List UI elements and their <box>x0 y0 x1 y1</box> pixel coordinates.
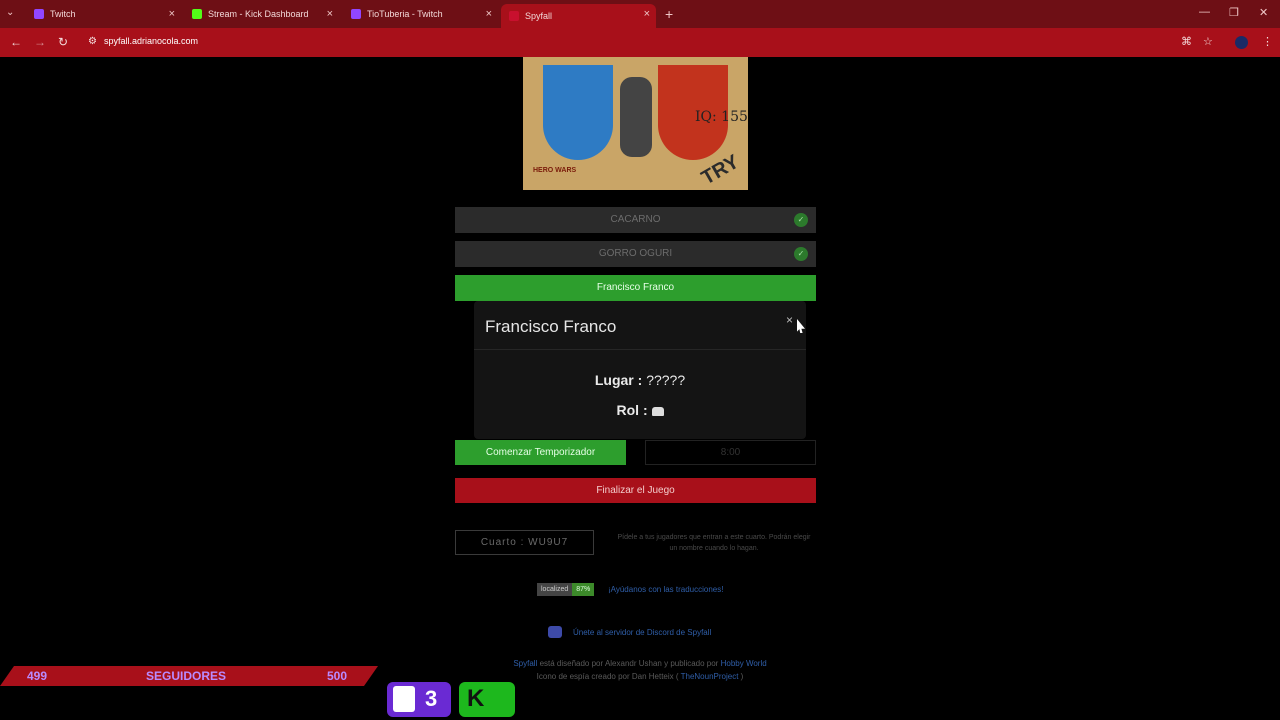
spyfall-link[interactable]: Spyfall <box>513 659 537 668</box>
discord-icon <box>548 626 562 638</box>
reload-icon[interactable]: ↻ <box>58 35 68 49</box>
tab-label: TioTuberia - Twitch <box>367 9 443 19</box>
close-tab-icon[interactable]: × <box>169 8 175 20</box>
player-name: GORRO OGURI <box>598 248 673 259</box>
browser-toolbar: ← → ↻ ⚙ spyfall.adrianocola.com ⌘ ☆ ⋮ <box>0 28 1280 57</box>
room-hint: Pídele a tus jugadores que entran a este… <box>617 534 811 552</box>
profile-avatar[interactable] <box>1235 36 1248 49</box>
room-code: Cuarto : WU9U7 <box>480 537 569 548</box>
browser-tab-strip: ⌄ Twitch × Stream - Kick Dashboard × Tio… <box>0 0 1280 28</box>
close-tab-icon[interactable]: × <box>486 8 492 20</box>
forward-icon[interactable]: → <box>34 35 46 49</box>
spyfall-favicon-icon <box>509 11 519 21</box>
close-tab-icon[interactable]: × <box>644 8 650 20</box>
banner-logo: HERO WARS <box>533 167 577 174</box>
player-row[interactable]: CACARNO ✓ <box>455 207 816 233</box>
check-icon: ✓ <box>794 247 808 261</box>
twitch-overlay-badge: 3 <box>387 682 451 717</box>
restore-icon[interactable]: ❐ <box>1229 6 1239 19</box>
tab-label: Twitch <box>50 9 76 19</box>
room-code-box[interactable]: Cuarto : WU9U7 <box>455 530 594 555</box>
site-info-icon[interactable]: ⚙ <box>88 36 97 47</box>
timer-display: 8:00 <box>645 440 816 465</box>
modal-divider <box>474 349 806 350</box>
tab-twitch[interactable]: Twitch × <box>26 4 181 24</box>
follower-current: 499 <box>27 669 48 683</box>
tab-kick-dashboard[interactable]: Stream - Kick Dashboard × <box>184 4 339 24</box>
close-window-icon[interactable]: ✕ <box>1259 6 1268 19</box>
tab-label: Stream - Kick Dashboard <box>208 9 309 19</box>
place-label: Lugar : <box>594 372 643 388</box>
follower-goal: 500 <box>327 669 348 683</box>
discord-link[interactable]: Únete al servidor de Discord de Spyfall <box>573 628 711 637</box>
banner-sea-art <box>543 65 613 160</box>
role-modal: Francisco Franco × Lugar : ????? Rol : <box>474 301 806 439</box>
follower-label: SEGUIDORES <box>146 669 227 683</box>
close-icon[interactable]: × <box>786 313 793 327</box>
ad-banner[interactable]: IQ: 155 TRY HERO WARS <box>523 57 748 190</box>
player-name: CACARNO <box>610 214 661 225</box>
credits-line-2: Icono de espía creado por Dan Hetteix ( … <box>440 672 840 681</box>
check-icon: ✓ <box>794 213 808 227</box>
hobby-world-link[interactable]: Hobby World <box>721 659 767 668</box>
kick-overlay-badge: K <box>459 682 515 717</box>
modal-title: Francisco Franco <box>485 317 617 336</box>
place-value: ????? <box>646 372 686 388</box>
player-name: Francisco Franco <box>596 282 675 293</box>
credits-icon-text: Icono de espía creado por Dan Hetteix ( <box>536 672 679 681</box>
tab-tiotuberia[interactable]: TioTuberia - Twitch × <box>343 4 498 24</box>
localized-label: localized <box>537 583 573 596</box>
address-bar[interactable]: spyfall.adrianocola.com <box>104 36 198 46</box>
player-row-selected[interactable]: Francisco Franco <box>455 275 816 301</box>
menu-icon[interactable]: ⋮ <box>1262 35 1273 48</box>
bookmark-star-icon[interactable]: ☆ <box>1203 35 1213 48</box>
banner-iq-text: IQ: 155 <box>695 109 748 125</box>
close-tab-icon[interactable]: × <box>327 8 333 20</box>
twitch-favicon-icon <box>351 9 361 19</box>
tab-label: Spyfall <box>525 11 553 21</box>
credits-end: ) <box>740 672 744 681</box>
twitch-logo-icon <box>393 686 415 712</box>
back-icon[interactable]: ← <box>10 35 22 49</box>
minimize-icon[interactable]: — <box>1199 6 1210 18</box>
twitch-favicon-icon <box>34 9 44 19</box>
kick-favicon-icon <box>192 9 202 19</box>
translations-link[interactable]: ¡Ayúdanos con las traducciones! <box>608 585 723 594</box>
localized-badge[interactable]: localized 87% <box>537 583 595 596</box>
translate-icon[interactable]: ⌘ <box>1181 35 1192 48</box>
start-timer-button[interactable]: Comenzar Temporizador <box>455 440 626 465</box>
nounproject-link[interactable]: TheNounProject <box>681 672 739 681</box>
place-line: Lugar : ????? <box>474 372 806 388</box>
twitch-count: 3 <box>425 686 438 711</box>
role-label: Rol : <box>616 402 648 418</box>
kick-logo-icon: K <box>467 685 485 712</box>
spy-icon <box>651 406 664 416</box>
tab-search-icon[interactable]: ⌄ <box>6 7 14 18</box>
banner-hero-art <box>620 77 652 157</box>
tab-spyfall[interactable]: Spyfall × <box>501 4 656 28</box>
role-line: Rol : <box>474 402 806 418</box>
credits-line-1: Spyfall está diseñado por Alexandr Ushan… <box>440 659 840 668</box>
follower-goal-bar: 499 SEGUIDORES 500 <box>0 666 378 686</box>
end-game-button[interactable]: Finalizar el Juego <box>455 478 816 503</box>
spyfall-page: IQ: 155 TRY HERO WARS CACARNO ✓ GORRO OG… <box>0 57 1280 720</box>
credits-text: está diseñado por Alexandr Ushan y publi… <box>539 659 719 668</box>
new-tab-icon[interactable]: + <box>665 6 673 22</box>
localized-percent: 87% <box>572 583 595 596</box>
player-row[interactable]: GORRO OGURI ✓ <box>455 241 816 267</box>
